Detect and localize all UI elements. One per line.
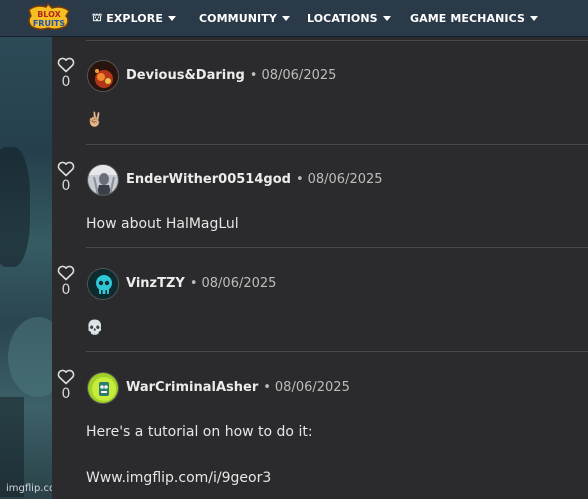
chevron-down-icon — [281, 15, 290, 21]
username[interactable]: VinzTZY — [126, 276, 185, 291]
comment-meta: Devious&Daring • 08/06/2025 — [126, 68, 337, 83]
fire-avatar-icon[interactable] — [87, 60, 119, 92]
nav-locations[interactable]: LOCATIONS — [307, 0, 391, 36]
nav-locations-label: LOCATIONS — [307, 11, 378, 25]
top-nav-bar: BLOX FRUITS ⛫ EXPLORE COMMUNITY LOCATION… — [0, 0, 588, 37]
heart-icon[interactable] — [57, 161, 75, 177]
svg-text:BLOX: BLOX — [37, 10, 61, 19]
heart-icon[interactable] — [57, 57, 75, 73]
comment-date: 08/06/2025 — [274, 380, 350, 395]
vote-control: 0 — [56, 369, 76, 402]
nav-community-label: COMMUNITY — [199, 11, 277, 25]
skull-avatar-icon[interactable] — [87, 268, 119, 300]
nav-community[interactable]: COMMUNITY — [199, 0, 290, 36]
vote-count: 0 — [61, 178, 71, 194]
background-art — [0, 37, 52, 499]
chevron-down-icon — [167, 15, 176, 21]
vote-count: 0 — [61, 386, 71, 402]
comment-link[interactable]: Www.imgflip.com/i/9geor3 — [86, 470, 271, 486]
svg-text:FRUITS: FRUITS — [33, 19, 66, 28]
chevron-down-icon — [529, 15, 538, 21]
username[interactable]: WarCriminalAsher — [126, 380, 258, 395]
nav-explore[interactable]: ⛫ EXPLORE — [92, 0, 176, 36]
vote-count: 0 — [61, 282, 71, 298]
character-avatar-icon[interactable] — [87, 164, 119, 196]
username[interactable]: Devious&Daring — [126, 68, 245, 83]
heart-icon[interactable] — [57, 369, 75, 385]
heart-icon[interactable] — [57, 265, 75, 281]
comment-body: Here's a tutorial on how to do it: — [86, 424, 313, 440]
comment-feed: 0 Devious&Daring • 08/06/2025 ✌🏼 0 EnderWi… — [52, 37, 588, 499]
comment-meta: VinzTZY • 08/06/2025 — [126, 276, 277, 291]
comment-date: 08/06/2025 — [261, 68, 337, 83]
comment-meta: EnderWither00514god • 08/06/2025 — [126, 172, 383, 187]
nav-game-mechanics-label: GAME MECHANICS — [410, 11, 525, 25]
divider — [86, 247, 588, 248]
explore-icon: ⛫ — [92, 10, 103, 24]
comment-date: 08/06/2025 — [201, 276, 277, 291]
comment-date: 08/06/2025 — [307, 172, 383, 187]
vote-count: 0 — [61, 74, 71, 90]
vote-control: 0 — [56, 161, 76, 194]
nav-game-mechanics[interactable]: GAME MECHANICS — [410, 0, 538, 36]
vote-control: 0 — [56, 265, 76, 298]
comment-meta: WarCriminalAsher • 08/06/2025 — [126, 380, 350, 395]
comment-body: ✌🏼 — [86, 112, 104, 128]
chevron-down-icon — [382, 15, 391, 21]
comment-body: 💀 — [86, 320, 104, 336]
nav-explore-label: EXPLORE — [106, 11, 163, 25]
blox-fruits-logo[interactable]: BLOX FRUITS — [26, 2, 72, 32]
comment-body: How about HalMagLul — [86, 216, 239, 232]
username[interactable]: EnderWither00514god — [126, 172, 291, 187]
green-creature-avatar-icon[interactable] — [87, 372, 119, 404]
divider — [86, 144, 588, 145]
vote-control: 0 — [56, 57, 76, 90]
divider — [86, 351, 588, 352]
divider — [86, 40, 588, 41]
